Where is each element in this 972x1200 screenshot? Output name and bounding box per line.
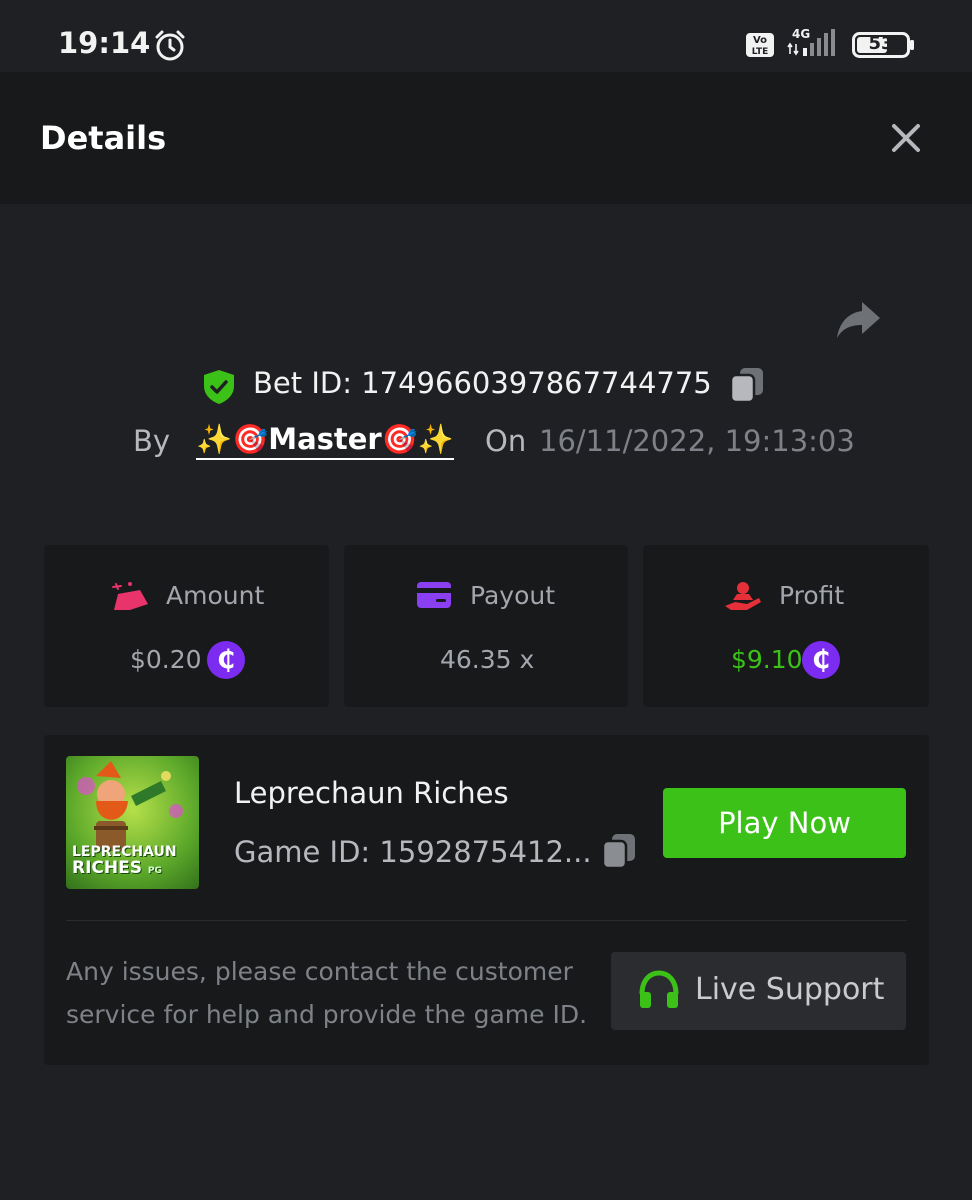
amount-card: Amount $0.20 ₵ [44,545,329,707]
status-bar: 19:14 Vo LTE 4G 53 [0,0,972,72]
play-now-button[interactable]: Play Now [663,788,906,858]
coin-icon: ₵ [802,641,840,679]
share-button[interactable] [834,298,884,346]
copy-bet-id-button[interactable] [729,366,765,408]
svg-text:4G: 4G [792,27,810,41]
coin-icon: ₵ [207,641,245,679]
card-icon [416,580,452,616]
live-support-button[interactable]: Live Support [611,952,906,1030]
game-id: Game ID: 1592875412... [234,835,592,869]
share-icon [837,302,880,338]
copy-icon [729,368,763,404]
profit-value: $9.10 [731,645,803,674]
verified-shield-icon [202,369,236,409]
profit-hand-icon [723,580,763,616]
profit-label: Profit [779,581,845,610]
amount-value: $0.20 [130,645,202,674]
alarm-icon [153,29,187,67]
game-name: Leprechaun Riches [234,776,509,810]
svg-text:LTE: LTE [752,47,769,57]
signal-4g-icon: 4G [786,26,842,62]
svg-text:Vo: Vo [753,35,767,46]
copy-game-id-button[interactable] [601,832,637,874]
help-text: Any issues, please contact the customer … [66,957,588,1029]
game-card: LEPRECHAUN RICHES PG Leprechaun Riches G… [44,735,929,1065]
payout-label: Payout [470,581,556,610]
status-time: 19:14 [58,26,151,60]
battery-level: 53 [868,33,894,54]
amount-label: Amount [166,581,265,610]
bet-id: Bet ID: 1749660397867744775 [253,366,712,400]
close-icon [892,124,920,152]
live-support-label: Live Support [695,972,885,1007]
divider [66,920,907,921]
profit-card: Profit $9.10 ₵ [643,545,929,707]
amount-icon [110,580,150,616]
by-label: By [133,424,171,458]
volte-icon: Vo LTE [745,32,775,62]
page-title: Details [40,119,167,157]
close-button[interactable] [886,118,926,158]
details-header: Details [0,72,972,204]
username-link[interactable]: ✨🎯Master🎯✨ [196,420,454,460]
on-label: On [485,424,527,458]
copy-icon [601,834,635,870]
headset-icon [638,970,680,1014]
thumb-title: LEPRECHAUN RICHES PG [72,844,177,878]
payout-value: 46.35 x [440,645,535,674]
game-thumbnail[interactable]: LEPRECHAUN RICHES PG [66,756,199,889]
payout-card: Payout 46.35 x [344,545,628,707]
bet-datetime: 16/11/2022, 19:13:03 [539,424,855,458]
